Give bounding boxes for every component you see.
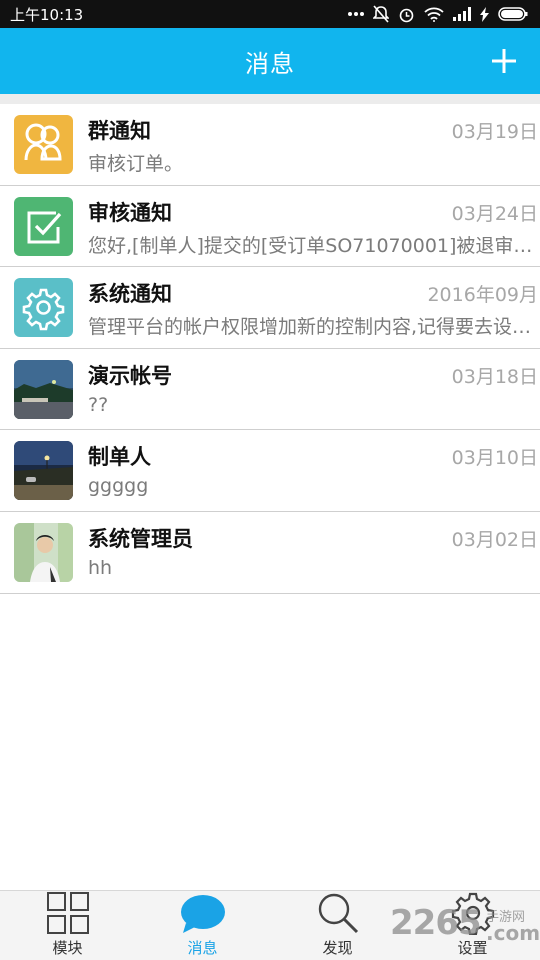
grid-icon [46, 892, 89, 934]
tab-settings[interactable]: 设置 [405, 891, 540, 960]
group-icon [24, 123, 62, 161]
more-dots-icon [348, 12, 364, 16]
avatar [14, 441, 73, 501]
app-header: 消息 [0, 28, 540, 94]
tab-label: 设置 [457, 939, 488, 957]
list-item[interactable]: 审核通知 03月24日 您好,[制单人]提交的[受订单SO71070001]被退… [0, 185, 540, 268]
message-preview: ggggg [88, 475, 149, 498]
status-bar: 上午10:13 [0, 0, 540, 28]
avatar [14, 522, 73, 582]
tab-label: 消息 [187, 939, 218, 957]
message-date: 03月24日 [451, 202, 538, 225]
tab-label: 模块 [52, 939, 83, 957]
message-list: 群通知 03月19日 审核订单。 审核通知 03月24日 您好,[制单人]提交的… [0, 104, 540, 594]
chat-bubble-icon [180, 895, 225, 933]
signal-icon [453, 7, 471, 21]
add-button[interactable] [486, 43, 522, 79]
alarm-icon [399, 8, 414, 22]
wifi-icon [424, 7, 444, 22]
list-item[interactable]: 演示帐号 03月18日 ?? [0, 348, 540, 431]
avatar [14, 196, 73, 256]
message-title: 审核通知 [88, 200, 172, 225]
message-title: 演示帐号 [88, 363, 172, 388]
photo-avatar-icon [14, 359, 73, 419]
avatar [14, 115, 73, 174]
avatar [14, 278, 73, 338]
tab-label: 发现 [322, 939, 353, 957]
message-preview: hh [88, 556, 113, 579]
message-title: 制单人 [88, 445, 151, 470]
search-icon [318, 893, 358, 934]
message-title: 系统管理员 [88, 526, 193, 551]
battery-icon [498, 7, 528, 21]
message-preview: 审核订单。 [88, 153, 184, 175]
tab-discover[interactable]: 发现 [270, 891, 405, 960]
message-date: 2016年09月 [427, 284, 538, 307]
tab-messages[interactable]: 消息 [135, 891, 270, 960]
list-item[interactable]: 系统通知 2016年09月 管理平台的帐户权限增加新的控制内容,记得要去设置哦 [0, 267, 540, 349]
message-preview: 管理平台的帐户权限增加新的控制内容,记得要去设置哦 [88, 316, 536, 339]
message-date: 03月19日 [451, 121, 538, 143]
status-time: 上午10:13 [10, 5, 84, 24]
message-date: 03月10日 [451, 447, 538, 470]
message-preview: 您好,[制单人]提交的[受订单SO71070001]被退审,请及时处理 [88, 234, 536, 257]
gear-icon [451, 892, 494, 935]
tab-modules[interactable]: 模块 [0, 891, 135, 960]
photo-avatar-icon [14, 441, 73, 501]
gear-icon [22, 288, 65, 331]
message-title: 群通知 [88, 119, 151, 143]
message-date: 03月02日 [451, 528, 538, 551]
message-preview: ?? [88, 393, 109, 416]
status-icons [348, 5, 528, 23]
avatar [14, 359, 73, 419]
list-item[interactable]: 群通知 03月19日 审核订单。 [0, 104, 540, 186]
photo-avatar-icon [14, 522, 73, 582]
message-date: 03月18日 [451, 365, 538, 388]
header-divider [0, 94, 540, 104]
bell-off-icon [373, 5, 389, 23]
plus-icon [492, 49, 516, 73]
message-title: 系统通知 [88, 282, 172, 307]
page-title: 消息 [245, 49, 295, 78]
charging-icon [480, 6, 489, 22]
checkbox-icon [27, 211, 62, 244]
bottom-tab-bar: 模块 消息 发现 设置 [0, 890, 540, 960]
list-item[interactable]: 系统管理员 03月02日 hh [0, 511, 540, 594]
list-item[interactable]: 制单人 03月10日 ggggg [0, 430, 540, 512]
